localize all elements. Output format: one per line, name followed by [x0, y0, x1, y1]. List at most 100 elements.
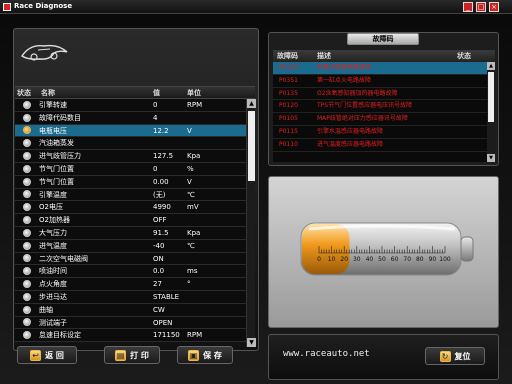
fault-scroll-thumb[interactable] — [488, 72, 494, 122]
param-unit: Kpa — [187, 152, 201, 161]
col-fault-status[interactable]: 状态 — [457, 50, 495, 62]
status-cell — [15, 304, 39, 316]
param-unit: Kpa — [187, 228, 201, 237]
param-unit: RPM — [187, 331, 203, 340]
maximize-button[interactable]: □ — [476, 2, 486, 12]
table-row[interactable]: 节气门位置 0% — [15, 162, 247, 176]
main-area: 状态 名称 值 单位 引擎转速 0 RPM 故障代码数目 4 电瓶电压 12.2 V 汽油箱蒸发… — [0, 14, 512, 384]
param-name: 节气门位置 — [39, 164, 74, 173]
status-cell — [15, 329, 39, 341]
battery-fill — [302, 224, 350, 274]
reset-button[interactable]: ↻ 复位 — [425, 347, 485, 365]
website-link[interactable]: www.raceauto.net — [283, 349, 370, 359]
param-name: 大气压力 — [39, 228, 67, 237]
param-value: 4990 — [153, 203, 171, 212]
table-row[interactable]: 二次空气电磁阀 ON — [15, 252, 247, 266]
fault-row[interactable]: P0130 前氧传感器电路故障 — [273, 62, 487, 75]
status-indicator-icon — [23, 100, 31, 109]
scale-label: 80 — [416, 256, 424, 263]
status-cell — [15, 112, 39, 124]
status-cell — [15, 291, 39, 303]
param-value: (无) — [153, 190, 166, 199]
reset-label: 复位 — [454, 351, 471, 361]
col-unit[interactable]: 单位 — [187, 87, 247, 98]
table-row[interactable]: 测试端子 OPEN — [15, 316, 247, 330]
fault-row[interactable]: P0110 进气温度感应器电路故障 — [273, 139, 487, 152]
table-row[interactable]: 怠速目标设定 171150 RPM — [15, 329, 247, 343]
scroll-down-icon[interactable]: ▼ — [247, 338, 256, 347]
fault-grid-scrollbar[interactable]: ▲ ▼ — [487, 62, 495, 162]
table-row[interactable]: 进气温度 -40 ℃ — [15, 239, 247, 253]
fault-row[interactable]: P0115 引擎水温感应器电路故障 — [273, 126, 487, 139]
param-value: ON — [153, 254, 164, 263]
scale-label: 100 — [439, 256, 451, 263]
param-value: -40 — [153, 241, 165, 250]
table-row[interactable]: 引擎温度 (无) ℃ — [15, 188, 247, 202]
table-row[interactable]: 汽油箱蒸发 — [15, 137, 247, 151]
table-row[interactable]: 步进马达 STABLE — [15, 290, 247, 304]
col-fault-code[interactable]: 故障码 — [273, 50, 317, 62]
fault-row[interactable]: P0351 第一缸点火电路故障 — [273, 75, 487, 88]
close-button[interactable]: × — [489, 2, 499, 12]
col-name[interactable]: 名称 — [39, 87, 153, 98]
param-name: 进气温度 — [39, 241, 67, 250]
status-cell — [15, 201, 39, 213]
param-name: O2加热器 — [39, 216, 70, 225]
fault-row[interactable]: P0105 MAP歧管绝对压力感应器讯号故障 — [273, 113, 487, 126]
status-cell — [15, 265, 39, 277]
fault-scroll-up-icon[interactable]: ▲ — [487, 62, 495, 70]
param-name: 步进马达 — [39, 292, 67, 301]
status-indicator-icon — [23, 190, 31, 199]
table-row[interactable]: 故障代码数目 4 — [15, 111, 247, 125]
status-cell — [15, 278, 39, 290]
fault-row[interactable]: P0135 O2含氧感知器加热器电路故障 — [273, 88, 487, 101]
param-unit: % — [187, 164, 194, 173]
table-row[interactable]: O2电压 4990 mV — [15, 201, 247, 215]
table-row[interactable]: 电瓶电压 12.2 V — [15, 124, 247, 138]
fault-description: 进气温度感应器电路故障 — [317, 140, 384, 148]
param-value: 171150 — [153, 331, 180, 340]
print-button[interactable]: ▤ 打 印 — [104, 346, 160, 364]
status-cell — [15, 214, 39, 226]
table-row[interactable]: 节气门位置 0.00 V — [15, 175, 247, 189]
table-row[interactable]: 引擎转速 0 RPM — [15, 99, 247, 112]
param-name: 汽油箱蒸发 — [39, 139, 74, 148]
param-value: 27 — [153, 280, 162, 289]
table-row[interactable]: 大气压力 91.5 Kpa — [15, 226, 247, 240]
col-status[interactable]: 状态 — [15, 87, 39, 98]
table-row[interactable]: 曲轴 CW — [15, 303, 247, 317]
scale-label: 10 — [328, 256, 336, 263]
table-row[interactable]: 喷油时间 0.0 ms — [15, 265, 247, 279]
minimize-button[interactable]: _ — [463, 2, 473, 12]
param-name: O2电压 — [39, 203, 63, 212]
param-value: 0.0 — [153, 267, 165, 276]
param-value: 12.2 — [153, 126, 169, 135]
status-cell — [15, 240, 39, 252]
param-value: 127.5 — [153, 152, 174, 161]
param-name: 故障代码数目 — [39, 113, 81, 122]
status-cell — [15, 189, 39, 201]
print-label: 打 印 — [130, 350, 149, 360]
data-grid-header: 状态 名称 值 单位 — [15, 86, 255, 99]
col-fault-desc[interactable]: 描述 — [317, 50, 457, 62]
table-row[interactable]: 点火角度 27 ° — [15, 278, 247, 291]
param-unit: mV — [187, 203, 199, 212]
save-button[interactable]: ▣ 保 存 — [177, 346, 233, 364]
table-row[interactable]: O2加热器 OFF — [15, 214, 247, 227]
table-row[interactable]: 进气歧管压力 127.5 Kpa — [15, 150, 247, 163]
fault-description: O2含氧感知器加热器电路故障 — [317, 89, 398, 97]
fault-code-panel: 故障码 故障码 描述 状态 P0130 前氧传感器电路故障 P0351 第一缸点火电路… — [268, 32, 499, 166]
fault-code: P0115 — [279, 127, 298, 135]
fault-row[interactable]: P0120 TPS节气门位置感应器电压讯号故障 — [273, 100, 487, 114]
status-indicator-icon — [23, 254, 31, 263]
fault-scroll-down-icon[interactable]: ▼ — [487, 154, 495, 162]
param-name: 曲轴 — [39, 305, 53, 314]
save-label: 保 存 — [203, 350, 222, 360]
param-value: 4 — [153, 113, 158, 122]
param-unit — [187, 253, 247, 265]
scroll-thumb[interactable] — [248, 111, 255, 181]
data-grid-scrollbar[interactable]: ▲ ▼ — [246, 99, 256, 347]
col-value[interactable]: 值 — [153, 87, 187, 98]
back-button[interactable]: ↩ 返 回 — [17, 346, 77, 364]
scroll-up-icon[interactable]: ▲ — [247, 99, 256, 108]
